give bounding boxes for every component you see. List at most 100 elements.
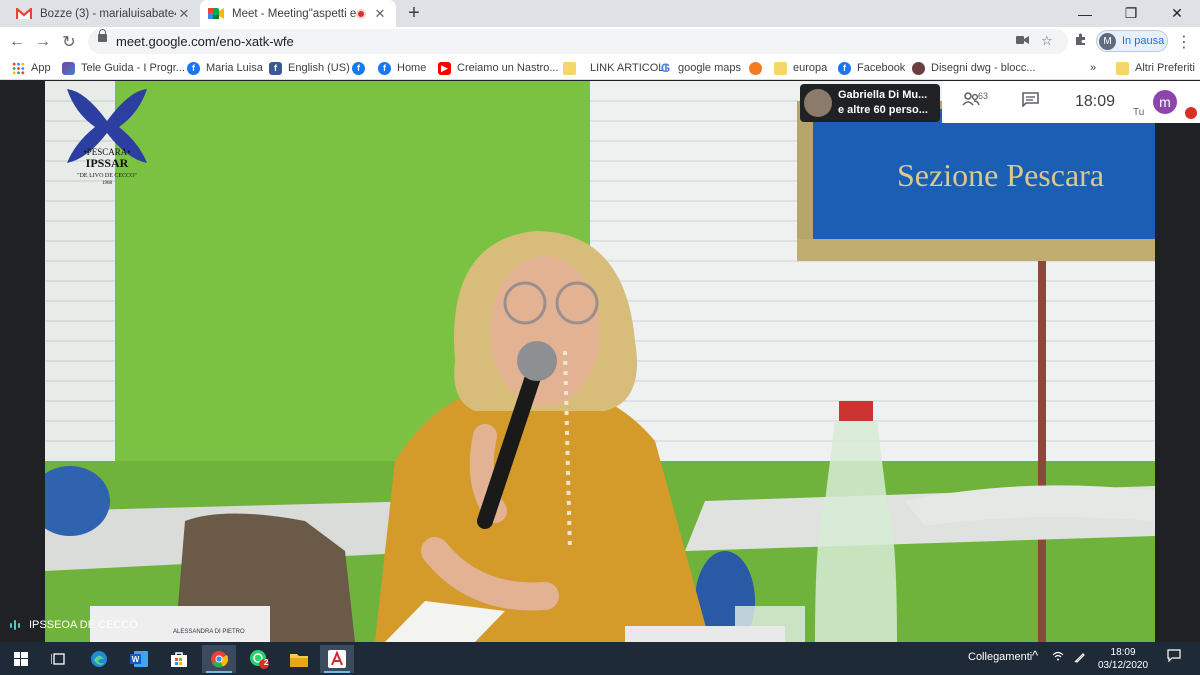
tab-close-icon[interactable]: ✕ [372, 6, 388, 22]
whatsapp-badge: 2 [264, 658, 269, 667]
bookmark-label: App [31, 62, 51, 74]
bookmarks-overflow-button[interactable]: » [1090, 60, 1096, 76]
teleguida-icon [62, 61, 75, 75]
chrome-icon[interactable] [202, 645, 236, 673]
bookmark-label: Tele Guida - I Progr... [81, 62, 185, 74]
bookmark-facebook[interactable]: f Facebook [838, 60, 905, 76]
bookmark-label: Facebook [857, 62, 906, 74]
folder-icon [1116, 61, 1129, 75]
lock-icon [98, 29, 107, 42]
bookmark-label: Disegni dwg - blocc... [931, 62, 1036, 74]
folder-icon [774, 61, 787, 75]
bookmark-link[interactable] [749, 60, 768, 76]
tab-title: Bozze (3) - marialuisabate47@gm [40, 7, 176, 20]
bookmark-facebook-unlabeled[interactable]: f [352, 60, 371, 76]
recording-indicator-icon [356, 8, 366, 19]
bookmark-disegni-dwg[interactable]: Disegni dwg - blocc... [912, 60, 1036, 76]
bookmark-creiamo[interactable]: ▶ Creiamo un Nastro... [438, 60, 558, 76]
new-tab-button[interactable]: + [402, 2, 426, 25]
video-feed: Sezione Pescara ALESSANDRA DI PIETRO •PE… [45, 81, 1155, 642]
restore-icon[interactable]: ❐ [1108, 0, 1154, 27]
profile-button[interactable]: M In pausa [1096, 30, 1168, 52]
meet-video-area: Sezione Pescara ALESSANDRA DI PIETRO •PE… [0, 81, 1200, 642]
edge-icon[interactable] [82, 645, 116, 673]
windows-start-icon[interactable] [4, 645, 38, 673]
link-icon [749, 61, 762, 75]
bookmark-altri-preferiti[interactable]: Altri Preferiti [1116, 60, 1195, 76]
close-window-icon[interactable]: ✕ [1154, 0, 1200, 27]
star-icon[interactable]: ☆ [1041, 33, 1053, 49]
people-count: 63 [978, 91, 989, 101]
speaker-name: IPSSEOA DE CECCO [29, 619, 138, 631]
youtube-icon: ▶ [438, 61, 451, 75]
audio-level-icon [10, 620, 20, 630]
chevron-up-icon[interactable]: ^ [1032, 648, 1038, 663]
bookmark-english-us[interactable]: f English (US) [269, 60, 350, 76]
address-bar[interactable]: meet.google.com/eno-xatk-wfe ☆ [88, 29, 1068, 54]
participants-line-1: Gabriella Di Mu... [838, 89, 928, 101]
facebook-icon: f [838, 61, 851, 75]
pen-icon[interactable] [1074, 651, 1086, 666]
bookmark-label: English (US) [288, 62, 350, 74]
active-speaker-label: IPSSEOA DE CECCO [10, 619, 138, 631]
windows-taskbar: W 2 Collegamenti ^ 18:09 03/12/2020 [0, 642, 1200, 675]
google-icon: G [660, 61, 671, 75]
self-label: Tu [1133, 107, 1145, 118]
menu-kebab-icon[interactable]: ⋮ [1176, 32, 1192, 52]
tab-gmail[interactable]: Bozze (3) - marialuisabate47@gm ✕ [8, 0, 200, 27]
bookmark-europa[interactable]: europa [774, 60, 827, 76]
facebook-square-icon: f [269, 61, 282, 75]
logo-text: "DE LIVO DE CECCO" [77, 173, 137, 179]
tab-meet[interactable]: Meet - Meeting"aspetti emo ✕ [200, 0, 396, 27]
tab-strip: Bozze (3) - marialuisabate47@gm ✕ Meet -… [0, 0, 1200, 27]
svg-text:W: W [132, 655, 140, 664]
bookmark-label: Creiamo un Nastro... [457, 62, 559, 74]
tray-links-label[interactable]: Collegamenti [968, 651, 1032, 663]
acrobat-icon[interactable] [320, 645, 354, 673]
whatsapp-icon[interactable]: 2 [242, 645, 276, 673]
participants-summary[interactable]: Gabriella Di Mu... e altre 60 perso... [800, 84, 940, 122]
avatar: M [1099, 32, 1116, 50]
participants-line-2: e altre 60 perso... [838, 104, 928, 116]
extensions-icon[interactable] [1074, 33, 1087, 49]
reload-icon[interactable]: ↻ [58, 31, 80, 53]
store-icon[interactable] [162, 645, 196, 673]
bookmark-label: LINK ARTICOLI [590, 62, 668, 74]
self-avatar[interactable]: m [1153, 90, 1177, 114]
muted-mic-icon [1185, 107, 1197, 119]
avatar [804, 89, 832, 117]
bookmark-google-maps[interactable]: G google maps [659, 60, 741, 76]
back-arrow-icon[interactable]: ← [6, 31, 28, 53]
bookmark-home[interactable]: f Home [378, 60, 426, 76]
camera-icon[interactable] [1016, 33, 1029, 48]
profile-status: In pausa [1122, 35, 1165, 47]
chat-icon[interactable] [1022, 92, 1039, 112]
meet-top-bar: 63 18:09 m Tu [942, 81, 1200, 123]
banner-text: Sezione Pescara [897, 157, 1104, 193]
bookmark-maria-luisa[interactable]: f Maria Luisa [187, 60, 263, 76]
flag-pole [1038, 261, 1046, 642]
google-meet-icon [208, 7, 224, 21]
url-text: meet.google.com/eno-xatk-wfe [116, 34, 294, 49]
task-view-icon[interactable] [42, 645, 76, 673]
bookmark-link-articoli[interactable]: LINK ARTICOLI [563, 60, 667, 76]
system-clock[interactable]: 18:09 03/12/2020 [1098, 646, 1148, 672]
facebook-icon: f [378, 61, 391, 75]
folder-icon [563, 61, 576, 75]
minimize-icon[interactable]: — [1062, 0, 1108, 27]
logo-text: IPSSAR [86, 156, 129, 170]
word-icon[interactable]: W [122, 645, 156, 673]
file-explorer-icon[interactable] [282, 645, 316, 673]
bookmark-app[interactable]: App [12, 60, 51, 76]
left-window-blinds [45, 81, 115, 471]
bookmark-teleguida[interactable]: Tele Guida - I Progr... [62, 60, 185, 76]
apps-grid-icon [12, 62, 25, 75]
forward-arrow-icon[interactable]: → [32, 31, 54, 53]
meeting-clock: 18:09 [1075, 93, 1116, 110]
bookmark-label: » [1090, 62, 1097, 74]
notification-icon[interactable] [1167, 649, 1181, 665]
bookmark-label: google maps [678, 62, 741, 74]
tab-close-icon[interactable]: ✕ [176, 6, 192, 22]
wifi-icon[interactable] [1052, 651, 1064, 664]
bookmark-label: europa [793, 62, 828, 74]
